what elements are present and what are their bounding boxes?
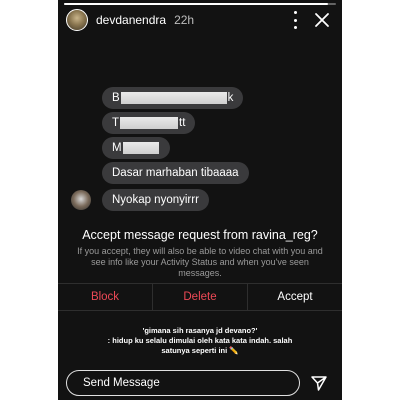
message-bubble: Bk	[102, 87, 244, 109]
caption-line: : hidup ku selalu dimulai oleh kata kata…	[107, 336, 293, 345]
censor-block	[120, 91, 227, 104]
divider	[58, 310, 342, 311]
message-bubble: M	[102, 137, 170, 159]
story-header: devdanendra 22h	[66, 9, 336, 31]
username[interactable]: devdanendra	[96, 13, 166, 27]
message-bubble: Ttt	[102, 112, 196, 134]
close-icon[interactable]	[314, 12, 330, 28]
post-time: 22h	[174, 13, 195, 27]
more-options-icon[interactable]	[292, 11, 298, 29]
message-text-start: M	[112, 142, 122, 154]
message-text-start: T	[112, 117, 120, 129]
caption-line: satunya seperti ini ✏️	[161, 346, 239, 355]
message-bubble: Nyokap nyonyirrr	[102, 189, 209, 211]
message-text-end: tt	[179, 117, 186, 129]
story-progress-fill	[64, 3, 328, 5]
story-progress-bar	[64, 3, 336, 5]
message-text-start: B	[112, 92, 120, 104]
block-button[interactable]: Block	[58, 284, 152, 310]
message-bubble: Dasar marhaban tibaaaa	[102, 162, 249, 184]
request-actions: Block Delete Accept	[58, 284, 342, 310]
profile-avatar[interactable]	[66, 9, 88, 31]
message-text-end: k	[227, 92, 234, 104]
request-description: If you accept, they will also be able to…	[77, 246, 323, 278]
delete-button[interactable]: Delete	[153, 284, 247, 310]
request-title: Accept message request from ravina_reg?	[82, 228, 318, 242]
caption-line: 'gimana sih rasanya jd devano?'	[142, 326, 258, 335]
censor-block	[122, 141, 159, 154]
story-view: devdanendra 22h Bk Ttt M Dasar marhaban …	[58, 0, 342, 400]
accept-button[interactable]: Accept	[248, 284, 342, 310]
story-caption: 'gimana sih rasanya jd devano?' : hidup …	[58, 326, 342, 356]
send-message-input[interactable]: Send Message	[66, 370, 300, 396]
sender-avatar	[71, 190, 91, 210]
send-icon[interactable]	[310, 374, 328, 392]
censor-block	[120, 116, 179, 129]
